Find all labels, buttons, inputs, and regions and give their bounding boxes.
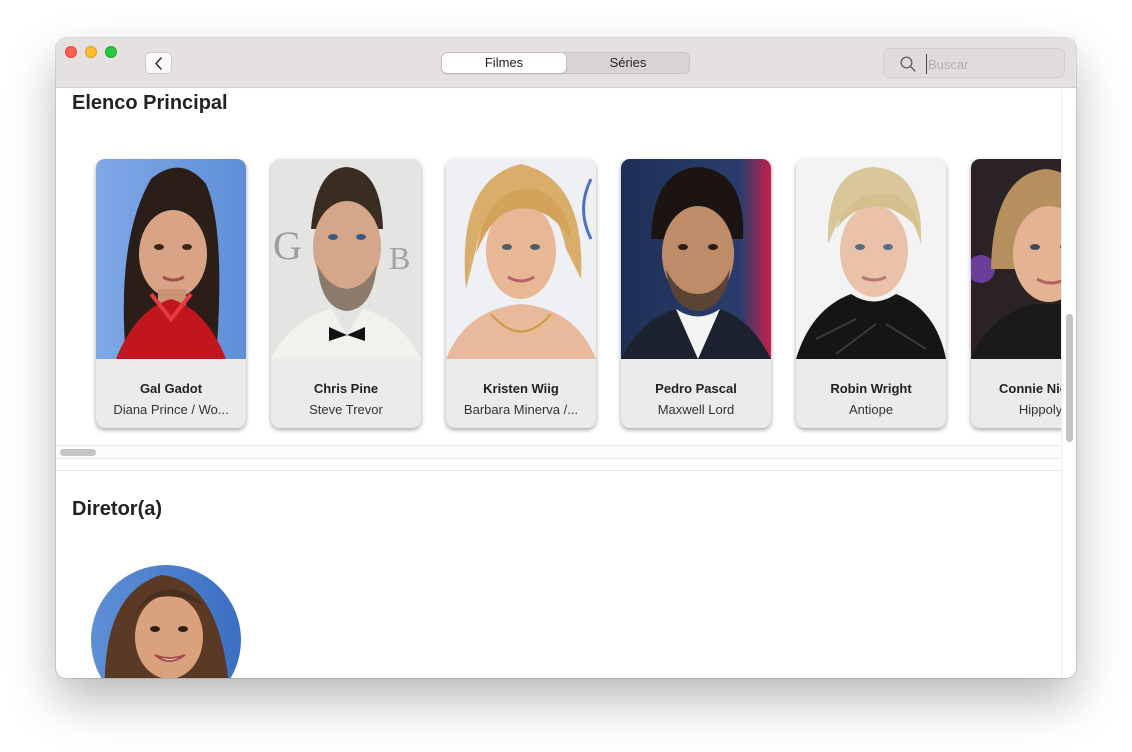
cast-card[interactable]: G B Chris Pine Steve Trevor (271, 159, 421, 428)
actor-photo (971, 159, 1061, 359)
actor-photo (621, 159, 771, 359)
director-avatar[interactable] (91, 565, 241, 678)
zoom-window-button[interactable] (105, 46, 117, 58)
actor-photo (446, 159, 596, 359)
titlebar: Filmes Séries (56, 38, 1076, 88)
svg-text:G: G (273, 223, 302, 268)
director-photo (91, 565, 241, 678)
svg-text:B: B (389, 240, 410, 276)
media-type-segmented-control: Filmes Séries (441, 52, 690, 74)
search-input[interactable] (926, 54, 1056, 74)
content-area: Elenco Principal Gal Gadot Diana Prince … (56, 88, 1076, 678)
director-section-title: Diretor(a) (72, 498, 163, 520)
chevron-left-icon (155, 56, 162, 70)
search-icon (900, 56, 916, 72)
cast-card[interactable]: Kristen Wiig Barbara Minerva /... (446, 159, 596, 428)
actor-name: Pedro Pascal (655, 381, 737, 396)
cast-card[interactable]: Pedro Pascal Maxwell Lord (621, 159, 771, 428)
character-name: Antiope (848, 402, 894, 417)
cast-card[interactable]: Connie Nielsen Hippolyta (971, 159, 1061, 428)
actor-photo: G B (271, 159, 421, 359)
horizontal-scroll-thumb[interactable] (60, 449, 96, 456)
actor-name: Gal Gadot (139, 381, 203, 396)
cast-section-title: Elenco Principal (72, 92, 228, 114)
section-divider (56, 470, 1061, 471)
segment-filmes[interactable]: Filmes (442, 53, 566, 73)
search-field (883, 48, 1065, 78)
actor-name: Connie Nielsen (999, 381, 1061, 396)
back-button[interactable] (145, 52, 172, 74)
cast-carousel[interactable]: Gal Gadot Diana Prince / Wo... G B Chris… (56, 148, 1061, 448)
character-name: Diana Prince / Wo... (113, 402, 229, 417)
actor-name: Chris Pine (313, 381, 379, 396)
actor-photo (96, 159, 246, 359)
character-name: Steve Trevor (309, 402, 383, 417)
cast-card[interactable]: Robin Wright Antiope (796, 159, 946, 428)
cast-card[interactable]: Gal Gadot Diana Prince / Wo... (96, 159, 246, 428)
segment-series[interactable]: Séries (566, 53, 690, 73)
vertical-scrollbar-track[interactable] (1061, 88, 1062, 678)
actor-name: Kristen Wiig (483, 381, 559, 396)
character-name: Barbara Minerva /... (463, 402, 579, 417)
cast-horizontal-scrollbar[interactable] (56, 445, 1061, 459)
vertical-scroll-thumb[interactable] (1066, 314, 1073, 442)
actor-photo (796, 159, 946, 359)
character-name: Hippolyta (1018, 402, 1061, 417)
minimize-window-button[interactable] (85, 46, 97, 58)
close-window-button[interactable] (65, 46, 77, 58)
character-name: Maxwell Lord (657, 402, 735, 417)
app-window: Filmes Séries Elenco Principal (56, 38, 1076, 678)
actor-name: Robin Wright (830, 381, 912, 396)
